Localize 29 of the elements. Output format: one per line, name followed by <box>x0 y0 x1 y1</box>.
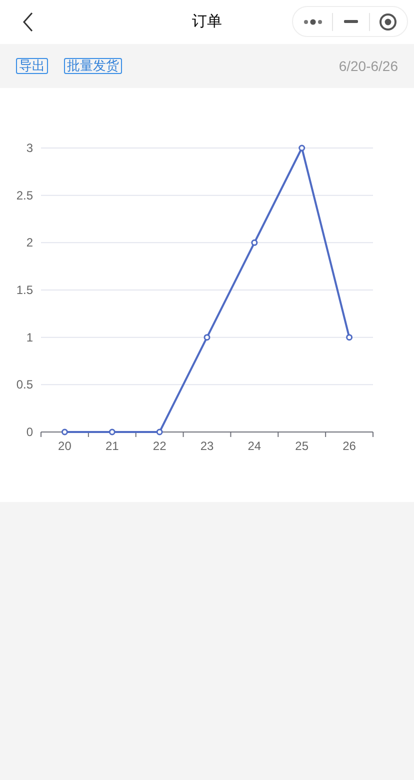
y-tick-label: 0.5 <box>16 378 33 392</box>
x-tick-label: 25 <box>295 439 309 453</box>
x-tick-label: 23 <box>200 439 214 453</box>
minimize-icon <box>344 20 358 23</box>
data-point <box>298 144 306 152</box>
data-point <box>346 334 353 341</box>
x-tick-label: 21 <box>105 439 119 453</box>
data-point <box>156 428 163 436</box>
data-point <box>61 428 68 436</box>
data-point <box>204 334 210 341</box>
x-tick-label: 24 <box>248 439 262 453</box>
y-tick-label: 0 <box>26 425 33 439</box>
x-tick-label: 22 <box>152 439 166 453</box>
more-icon <box>302 18 323 24</box>
page-title: 订单 <box>191 12 223 32</box>
y-tick-label: 1 <box>26 330 33 344</box>
data-point <box>251 239 258 246</box>
date-range: 6/20-6/26 <box>338 56 398 76</box>
action-link[interactable]: 批量发货 <box>64 58 122 74</box>
y-tick-label: 1.5 <box>16 283 33 297</box>
data-point <box>108 428 116 436</box>
y-tick-label: 3 <box>26 141 33 155</box>
back-icon <box>22 12 34 32</box>
y-tick-label: 2.5 <box>16 188 33 202</box>
x-tick-label: 26 <box>342 439 356 453</box>
close-icon <box>379 12 398 30</box>
action-link[interactable]: 导出 <box>16 58 48 74</box>
x-tick-label: 20 <box>58 439 72 453</box>
y-tick-label: 2 <box>26 236 33 250</box>
